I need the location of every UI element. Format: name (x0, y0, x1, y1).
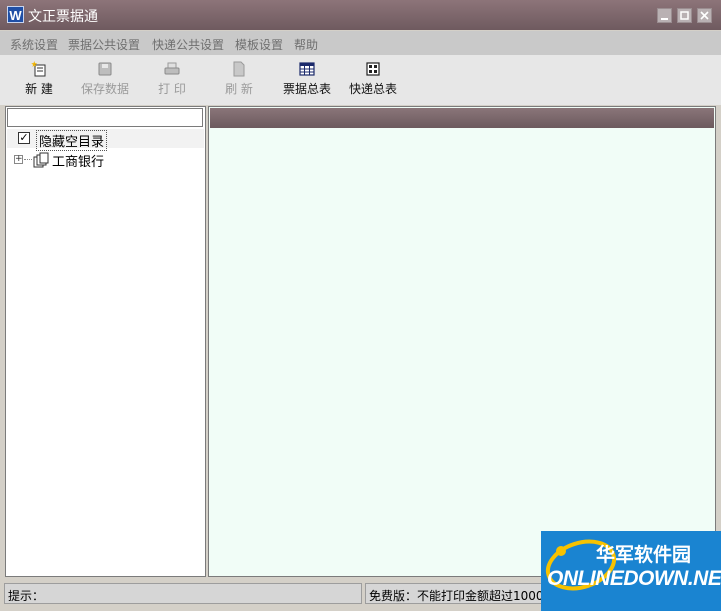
menu-express-settings[interactable]: 快递公共设置 (152, 36, 224, 53)
close-icon (700, 11, 709, 20)
refresh-button[interactable]: 刷 新 (222, 61, 256, 101)
menu-bar: 系统设置 票据公共设置 快递公共设置 模板设置 帮助 (0, 31, 721, 55)
onlinedown-watermark: 华军软件园 ONLINEDOWN.NET (541, 531, 721, 611)
content-header-bar (210, 108, 714, 128)
express-grid-icon (366, 62, 380, 76)
print-label: 打 印 (158, 82, 186, 96)
express-summary-button[interactable]: 快递总表 (347, 61, 399, 101)
minimize-button[interactable] (657, 8, 672, 23)
new-document-icon (31, 61, 46, 77)
ticket-summary-button[interactable]: 票据总表 (281, 61, 333, 101)
table-grid-icon (299, 62, 315, 76)
new-label: 新 建 (25, 82, 53, 96)
status-hint-pane: 提示： (4, 583, 362, 604)
printer-icon (164, 62, 180, 75)
close-button[interactable] (697, 8, 712, 23)
save-button[interactable]: 保存数据 (79, 61, 131, 101)
hide-empty-label: 隐藏空目录 (36, 130, 108, 151)
toolbar: 新 建 保存数据 打 印 刷 新 票据总表 快递总表 (0, 55, 721, 105)
tree-connector (24, 159, 32, 160)
express-summary-label: 快递总表 (348, 82, 397, 96)
maximize-icon (680, 11, 689, 20)
maximize-button[interactable] (677, 8, 692, 23)
status-message-text: 免费版：不能打印金额超过1000 (369, 589, 544, 603)
content-panel (208, 106, 716, 577)
window-title: 文正票据通 (28, 9, 98, 25)
watermark-en-text: ONLINEDOWN.NET (547, 567, 721, 590)
menu-system-settings[interactable]: 系统设置 (10, 36, 58, 53)
menu-template-settings[interactable]: 模板设置 (235, 36, 283, 53)
status-hint-text: 提示： (8, 589, 45, 603)
app-icon: W (7, 6, 24, 23)
minimize-icon (661, 18, 668, 20)
menu-help[interactable]: 帮助 (294, 36, 318, 53)
save-disk-icon (98, 62, 112, 76)
ticket-summary-label: 票据总表 (282, 82, 331, 96)
refresh-page-icon (233, 61, 245, 77)
tree-search-input[interactable] (7, 108, 203, 127)
menu-ticket-settings[interactable]: 票据公共设置 (68, 36, 140, 53)
new-button[interactable]: 新 建 (20, 61, 58, 101)
title-bar[interactable]: W 文正票据通 (0, 0, 721, 30)
directory-tree-panel: ✓ 隐藏空目录 + 工商银行 (5, 106, 206, 577)
watermark-cn-text: 华军软件园 (596, 544, 692, 566)
folder-documents-icon (33, 152, 49, 168)
save-label: 保存数据 (80, 82, 129, 96)
refresh-label: 刷 新 (225, 82, 253, 96)
tree-item-label: 工商银行 (52, 155, 105, 170)
tree-expand-toggle[interactable]: + (14, 155, 23, 164)
hide-empty-checkbox[interactable]: ✓ (18, 132, 30, 144)
print-button[interactable]: 打 印 (155, 61, 189, 101)
hide-empty-option[interactable]: ✓ 隐藏空目录 (7, 129, 204, 151)
